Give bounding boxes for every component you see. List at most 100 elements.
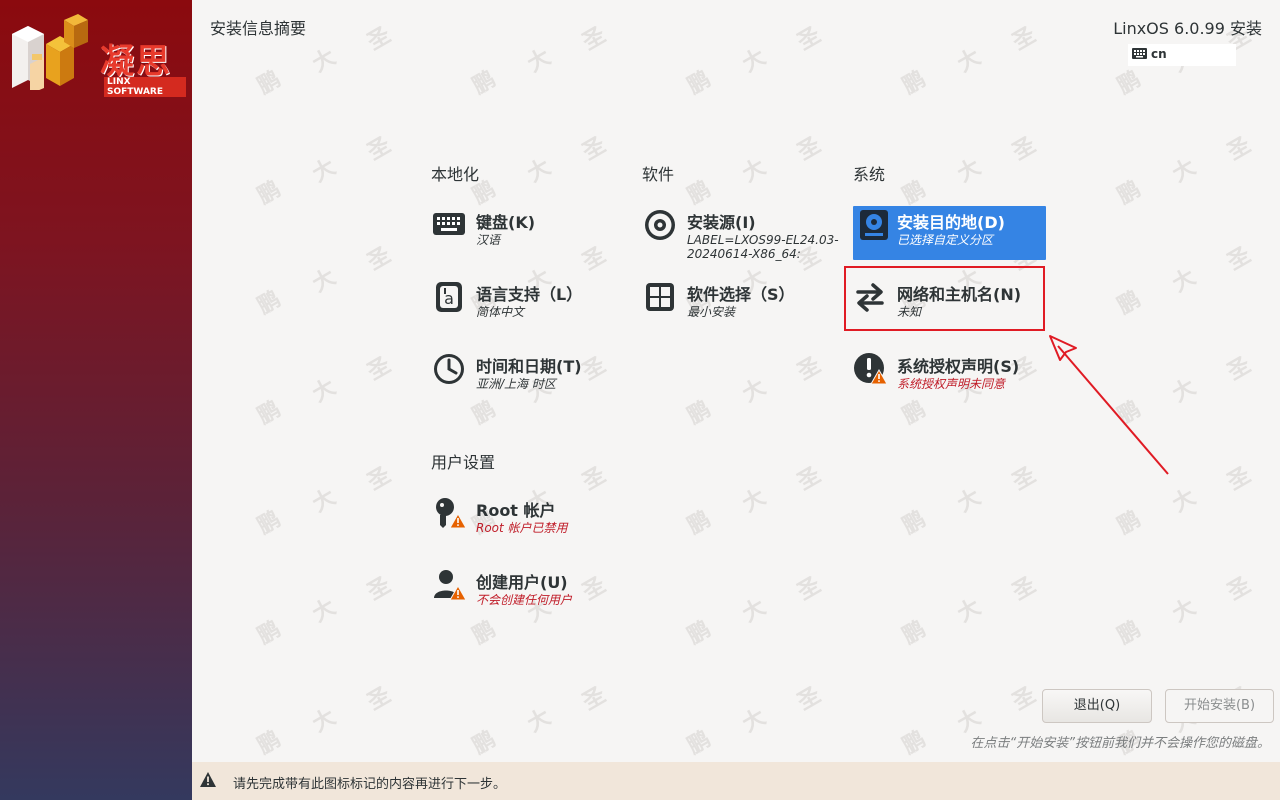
spoke-language-support[interactable]: a 语言支持（L） 简体中文 — [432, 278, 625, 332]
spoke-title: 安装源(I) — [687, 213, 756, 232]
watermark-char: 圣 — [1223, 242, 1256, 276]
spoke-title: Root 帐户 — [476, 501, 556, 520]
clock-icon — [434, 354, 464, 384]
watermark-char: 鹏 — [683, 176, 716, 210]
warning-bar: 请先完成带有此图标标记的内容再进行下一步。 — [192, 762, 1280, 800]
spoke-root-account[interactable]: Root 帐户 Root 帐户已禁用 — [432, 494, 625, 548]
watermark-char: 大 — [953, 154, 986, 188]
watermark-char: 鹏 — [898, 176, 931, 210]
watermark-char: 鹏 — [1113, 506, 1146, 540]
spoke-status: 最小安装 — [687, 305, 736, 319]
watermark-char: 大 — [523, 704, 556, 738]
watermark-char: 大 — [308, 594, 341, 628]
spoke-status: 已选择自定义分区 — [897, 233, 994, 247]
watermark-char: 圣 — [363, 682, 396, 716]
watermark-char: 圣 — [363, 352, 396, 386]
warning-message: 请先完成带有此图标标记的内容再进行下一步。 — [233, 777, 507, 792]
watermark-char: 鹏 — [253, 506, 286, 540]
watermark-char: 鹏 — [898, 506, 931, 540]
keyboard-icon — [433, 213, 465, 235]
watermark-char: 大 — [738, 154, 771, 188]
watermark-char: 大 — [523, 154, 556, 188]
linx-logo: 凝思 LINX SOFTWARE — [8, 14, 186, 97]
watermark-char: 圣 — [1223, 132, 1256, 166]
spoke-status: 不会创建任何用户 — [476, 593, 573, 607]
spoke-title: 软件选择（S） — [687, 285, 795, 304]
annotation-highlight-box — [844, 266, 1045, 331]
watermark-char: 鹏 — [253, 726, 286, 760]
section-title-software: 软件 — [642, 165, 675, 184]
watermark-char: 大 — [738, 484, 771, 518]
section-title-system: 系统 — [853, 165, 886, 184]
logo-brand: 凝思 — [100, 42, 172, 82]
watermark-char: 鹏 — [898, 616, 931, 650]
watermark-char: 圣 — [363, 462, 396, 496]
watermark-char: 圣 — [363, 242, 396, 276]
watermark-char: 鹏 — [1113, 616, 1146, 650]
annotation-arrow-icon — [1049, 335, 1169, 475]
spoke-title: 语言支持（L） — [476, 285, 583, 304]
watermark-char: 鹏 — [683, 616, 716, 650]
keyboard-layout-indicator[interactable]: cn — [1128, 44, 1236, 66]
watermark-char: 鹏 — [898, 726, 931, 760]
watermark-char: 圣 — [1008, 132, 1041, 166]
watermark-char: 鹏 — [468, 66, 501, 100]
watermark-char: 大 — [1168, 264, 1201, 298]
watermark-char: 圣 — [578, 462, 611, 496]
keyboard-layout-label: cn — [1151, 47, 1167, 61]
watermark-char: 大 — [738, 44, 771, 78]
watermark-char: 鹏 — [683, 506, 716, 540]
watermark-char: 大 — [308, 154, 341, 188]
watermark-char: 圣 — [793, 352, 826, 386]
section-title-user-settings: 用户设置 — [431, 453, 496, 472]
disk-hint-text: 在点击“开始安装”按钮前我们并不会操作您的磁盘。 — [970, 736, 1270, 751]
watermark-char: 大 — [738, 374, 771, 408]
watermark-char: 圣 — [793, 462, 826, 496]
watermark-char: 圣 — [363, 132, 396, 166]
watermark-char: 圣 — [363, 572, 396, 606]
watermark-char: 大 — [953, 44, 986, 78]
watermark-char: 圣 — [1008, 22, 1041, 56]
watermark-char: 大 — [308, 704, 341, 738]
watermark-char: 圣 — [363, 22, 396, 56]
spoke-installation-source[interactable]: 安装源(I) LABEL=LXOS99-EL24.03-20240614-X86… — [643, 206, 839, 261]
watermark-char: 鹏 — [253, 616, 286, 650]
spoke-installation-destination[interactable]: 安装目的地(D) 已选择自定义分区 — [853, 206, 1046, 260]
spoke-status: 汉语 — [476, 233, 501, 247]
watermark-char: 大 — [738, 594, 771, 628]
spoke-title: 系统授权声明(S) — [897, 357, 1020, 376]
begin-installation-button[interactable]: 开始安装(B) — [1165, 689, 1274, 723]
spoke-status: 亚洲/上海 时区 — [476, 377, 556, 391]
watermark-char: 鹏 — [1113, 66, 1146, 100]
watermark-char: 大 — [308, 44, 341, 78]
spoke-time-date[interactable]: 时间和日期(T) 亚洲/上海 时区 — [432, 350, 625, 404]
watermark-char: 圣 — [1008, 572, 1041, 606]
watermark-char: 鹏 — [898, 66, 931, 100]
quit-button[interactable]: 退出(Q) — [1042, 689, 1152, 723]
watermark-char: 圣 — [793, 132, 826, 166]
watermark-char: 大 — [308, 374, 341, 408]
watermark-char: 鹏 — [253, 66, 286, 100]
spoke-keyboard[interactable]: 键盘(K) 汉语 — [432, 206, 625, 260]
watermark-char: 圣 — [578, 22, 611, 56]
page-title: 安装信息摘要 — [210, 19, 307, 38]
section-title-localization: 本地化 — [431, 165, 480, 184]
main-area: 鹏大圣鹏大圣鹏大圣鹏大圣鹏大圣鹏大圣鹏大圣鹏大圣鹏大圣鹏大圣鹏大圣鹏大圣鹏大圣鹏… — [192, 0, 1280, 762]
watermark-char: 圣 — [1008, 682, 1041, 716]
spoke-create-user[interactable]: 创建用户(U) 不会创建任何用户 — [432, 566, 625, 620]
language-icon: a — [436, 282, 462, 312]
watermark-char: 圣 — [793, 22, 826, 56]
watermark-char: 圣 — [793, 682, 826, 716]
spoke-title: 时间和日期(T) — [476, 357, 582, 376]
spoke-license-agreement[interactable]: 系统授权声明(S) 系统授权声明未同意 — [853, 350, 1046, 404]
spoke-status: 简体中文 — [476, 305, 525, 319]
watermark-char: 大 — [1168, 594, 1201, 628]
watermark-char: 鹏 — [253, 176, 286, 210]
watermark-char: 鹏 — [468, 726, 501, 760]
watermark-char: 大 — [308, 264, 341, 298]
watermark-char: 鹏 — [1113, 286, 1146, 320]
spoke-status: Root 帐户已禁用 — [476, 521, 568, 535]
keyboard-icon — [1132, 48, 1147, 59]
spoke-software-selection[interactable]: 软件选择（S） 最小安装 — [643, 278, 836, 332]
watermark-char: 鹏 — [1113, 176, 1146, 210]
